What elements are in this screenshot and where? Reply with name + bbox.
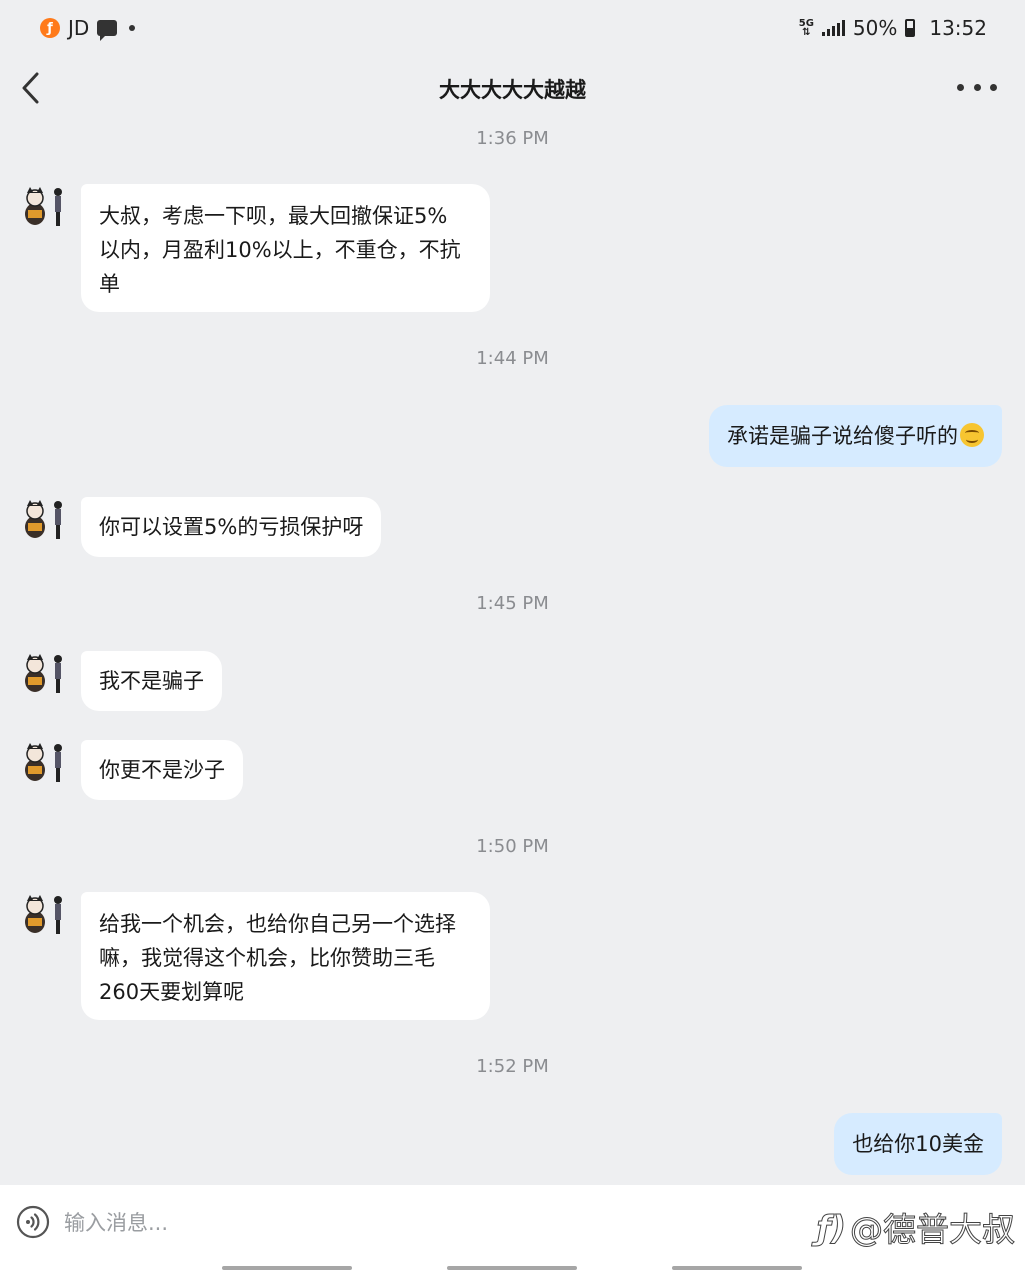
incoming-message-bubble[interactable]: 你更不是沙子 <box>81 740 243 800</box>
watermark: ƒ) @德普大叔 <box>816 1203 1016 1251</box>
more-dot-icon <box>957 83 964 91</box>
chat-title: 大大大大大越越 <box>439 78 586 102</box>
voice-input-icon[interactable] <box>16 1205 50 1239</box>
more-options-button[interactable] <box>957 76 997 98</box>
jd-app-label: JD <box>68 16 90 40</box>
contact-avatar[interactable] <box>20 740 68 786</box>
timestamp: 1:45 PM <box>476 593 549 614</box>
more-dot-icon <box>973 83 981 91</box>
battery-percent: 50% <box>852 16 898 40</box>
timestamp: 1:52 PM <box>476 1056 549 1077</box>
message-text-line: 给我一个机会，也给你自己另一个选择 <box>99 912 456 936</box>
chat-header: 大大大大大越越 <box>0 58 1025 118</box>
more-notifications-dot-icon <box>129 25 136 31</box>
signal-strength-icon <box>821 20 845 36</box>
nav-home-bar[interactable] <box>447 1266 577 1270</box>
nav-recents-bar[interactable] <box>222 1266 352 1270</box>
message-text-line: 单 <box>99 272 120 296</box>
smiling-face-emoji-icon <box>960 423 984 447</box>
network-type-icon: 5G ⇅ <box>798 18 814 38</box>
message-text-line: 以内，月盈利10%以上，不重仓，不抗 <box>99 238 461 262</box>
incoming-message-bubble[interactable]: 你可以设置5%的亏损保护呀 <box>81 497 382 557</box>
status-bar: ƒ JD 5G ⇅ 50% 13:52 <box>0 0 1025 58</box>
message-text: 我不是骗子 <box>99 669 204 693</box>
app-notification-icon: ƒ <box>40 18 60 38</box>
status-bar-right: 5G ⇅ 50% 13:52 <box>799 16 987 40</box>
watermark-text: @德普大叔 <box>850 1210 1016 1250</box>
status-bar-left: ƒ JD <box>40 16 136 41</box>
more-dot-icon <box>990 83 997 91</box>
contact-avatar[interactable] <box>20 497 68 543</box>
zhihu-logo-icon: ƒ) <box>816 1207 846 1247</box>
outgoing-message-bubble[interactable]: 也给你10美金 <box>834 1113 1002 1175</box>
contact-avatar[interactable] <box>20 651 68 697</box>
clock: 13:52 <box>929 16 987 40</box>
message-text-line: 大叔，考虑一下呗，最大回撤保证5% <box>99 204 448 228</box>
message-notification-icon <box>97 20 118 41</box>
battery-icon <box>905 19 916 37</box>
incoming-message-bubble[interactable]: 给我一个机会，也给你自己另一个选择 嘛，我觉得这个机会，比你赞助三毛 260天要… <box>81 892 490 1020</box>
message-text-line: 260天要划算呢 <box>99 980 245 1004</box>
nav-back-bar[interactable] <box>672 1266 802 1270</box>
message-text: 你可以设置5%的亏损保护呀 <box>99 515 364 539</box>
timestamp: 1:44 PM <box>476 348 549 369</box>
timestamp: 1:50 PM <box>476 836 549 857</box>
timestamp: 1:36 PM <box>476 128 549 149</box>
incoming-message-bubble[interactable]: 大叔，考虑一下呗，最大回撤保证5% 以内，月盈利10%以上，不重仓，不抗 单 <box>81 184 490 312</box>
contact-avatar[interactable] <box>20 892 68 938</box>
incoming-message-bubble[interactable]: 我不是骗子 <box>81 651 222 711</box>
message-text: 承诺是骗子说给傻子听的 <box>727 424 958 448</box>
message-text: 你更不是沙子 <box>99 758 225 782</box>
message-input[interactable] <box>64 1203 744 1243</box>
message-text-line: 嘛，我觉得这个机会，比你赞助三毛 <box>99 946 435 970</box>
outgoing-message-bubble[interactable]: 承诺是骗子说给傻子听的 <box>709 405 1002 467</box>
contact-avatar[interactable] <box>20 184 68 230</box>
message-text: 也给你10美金 <box>852 1132 984 1156</box>
